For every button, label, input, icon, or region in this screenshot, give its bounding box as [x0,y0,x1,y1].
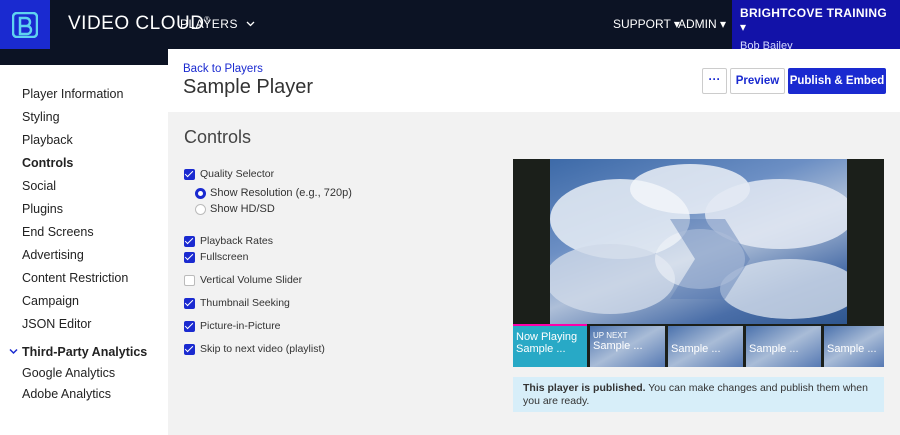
checkbox-checked-icon [184,343,195,355]
sidebar-item-campaign[interactable]: Campaign [22,294,79,308]
chevron-down-icon [246,21,255,27]
picture-in-picture-checkbox[interactable]: Picture-in-Picture [184,320,281,332]
sidebar-item-plugins[interactable]: Plugins [22,202,63,216]
checkbox-unchecked-icon [184,274,195,286]
playlist-thumbnails: Now Playing Sample ... UP NEXT Sample ..… [513,326,884,367]
checkbox-checked-icon [184,251,195,263]
players-menu[interactable]: PLAYERS [180,17,255,31]
more-options-button[interactable]: ··· [702,68,727,94]
playback-rates-checkbox[interactable]: Playback Rates [184,235,273,247]
sidebar-item-controls[interactable]: Controls [22,156,73,170]
playlist-item[interactable]: Sample ... [746,326,821,367]
sidebar-item-json-editor[interactable]: JSON Editor [22,317,91,331]
fullscreen-checkbox[interactable]: Fullscreen [184,251,248,263]
vertical-volume-slider-checkbox[interactable]: Vertical Volume Slider [184,274,302,286]
video-frame[interactable] [550,159,847,324]
top-bar: VIDEO CLOUD® PLAYERS SUPPORT ▾ ADMIN ▾ B… [0,0,900,52]
preview-button[interactable]: Preview [730,68,785,94]
sidebar-item-styling[interactable]: Styling [22,110,60,124]
sidebar-item-content-restriction[interactable]: Content Restriction [22,271,128,285]
radio-unselected-icon [195,203,206,215]
sidebar: Player Information Styling Playback Cont… [0,65,168,435]
radio-selected-icon [195,187,206,199]
sidebar-item-end-screens[interactable]: End Screens [22,225,94,239]
video-player-preview[interactable]: Now Playing Sample ... UP NEXT Sample ..… [513,159,884,367]
checkbox-checked-icon [184,168,195,180]
video-cloud-image [550,164,847,319]
content-header: Back to Players Sample Player ··· Previe… [168,49,900,112]
sidebar-item-google-analytics[interactable]: Google Analytics [22,366,115,380]
sidebar-item-playback[interactable]: Playback [22,133,73,147]
account-name: BRIGHTCOVE TRAINING ▾ [740,6,888,34]
skip-next-video-checkbox[interactable]: Skip to next video (playlist) [184,343,325,355]
sidebar-item-third-party-analytics[interactable]: Third-Party Analytics [22,345,147,359]
published-notice: This player is published. You can make c… [513,377,884,412]
section-title: Controls [184,127,252,147]
playlist-item[interactable]: Sample ... [668,326,743,367]
playlist-item[interactable]: Sample ... [824,326,884,367]
playlist-item-now-playing[interactable]: Now Playing Sample ... [513,326,587,367]
support-menu[interactable]: SUPPORT ▾ [613,17,680,31]
playlist-item-up-next[interactable]: UP NEXT Sample ... [590,326,665,367]
checkbox-checked-icon [184,297,195,309]
players-menu-label: PLAYERS [180,17,238,31]
page-title: Sample Player [183,76,314,98]
back-to-players-link[interactable]: Back to Players [183,63,263,75]
sidebar-item-advertising[interactable]: Advertising [22,248,84,262]
sidebar-item-player-information[interactable]: Player Information [22,87,123,101]
show-resolution-radio[interactable]: Show Resolution (e.g., 720p) [195,187,352,199]
sidebar-strip [0,49,168,65]
brightcove-logo-icon[interactable] [0,0,50,49]
publish-embed-button[interactable]: Publish & Embed [788,68,886,94]
checkbox-checked-icon [184,320,195,332]
checkbox-checked-icon [184,235,195,247]
sidebar-item-social[interactable]: Social [22,179,56,193]
admin-menu[interactable]: ADMIN ▾ [678,17,726,31]
show-hdsd-radio[interactable]: Show HD/SD [195,203,275,215]
quality-selector-checkbox[interactable]: Quality Selector [184,168,274,180]
thumbnail-seeking-checkbox[interactable]: Thumbnail Seeking [184,297,290,309]
chevron-down-icon[interactable] [9,347,18,356]
sidebar-item-adobe-analytics[interactable]: Adobe Analytics [22,387,111,401]
account-menu[interactable]: BRIGHTCOVE TRAINING ▾ Bob Bailey [732,0,900,52]
